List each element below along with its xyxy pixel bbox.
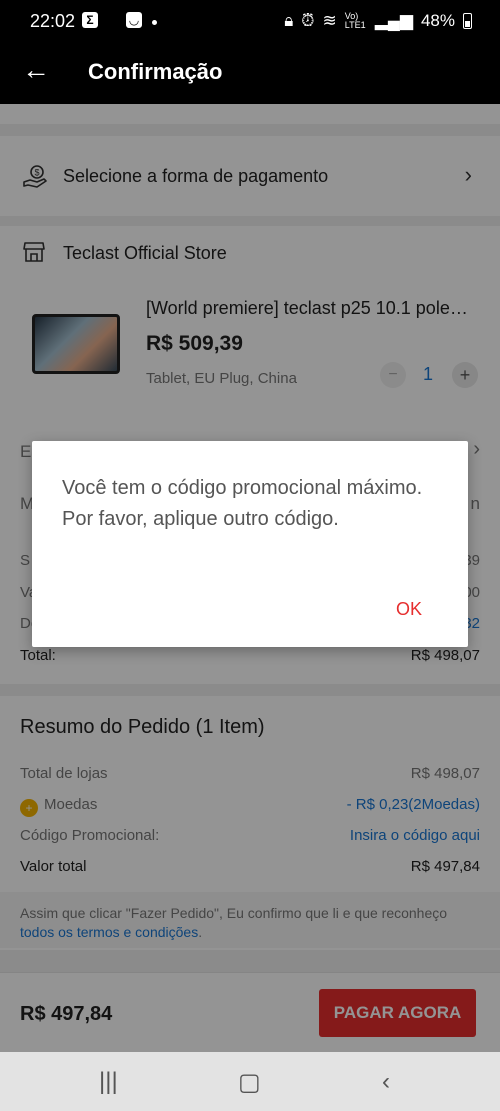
back-arrow-icon[interactable]: ← — [22, 56, 50, 84]
battery-percent: 48% — [420, 11, 455, 30]
home-icon[interactable]: ▢ — [238, 1068, 261, 1097]
battery-icon — [463, 13, 472, 29]
network-label: Vo) LTE1 — [344, 11, 366, 30]
promo-code-dialog: Você tem o código promocional máximo. Po… — [32, 441, 468, 647]
sigma-app-icon: Σ — [82, 12, 98, 28]
alarm-icon: ⏰︎ — [301, 11, 315, 30]
notification-dot-icon — [152, 20, 157, 25]
status-time: 22:02 — [30, 11, 76, 31]
signal-icon: ▂▄▆ — [374, 11, 413, 30]
lock-icon: 🔒︎ — [284, 11, 294, 30]
shopping-bag-icon: ◡ — [126, 12, 142, 28]
system-nav-bar: ||| ▢ ‹ — [0, 1052, 500, 1111]
status-bar: 22:02 Σ ◡ 🔒︎ ⏰︎ ≋ Vo) LTE1 ▂▄▆ 48% — [0, 0, 500, 44]
page-title: Confirmação — [88, 59, 223, 84]
recent-apps-icon[interactable]: ||| — [99, 1068, 118, 1096]
dialog-message: Você tem o código promocional máximo. Po… — [62, 477, 423, 530]
ok-button[interactable]: OK — [396, 599, 422, 620]
back-icon[interactable]: ‹ — [382, 1068, 390, 1096]
status-right: 🔒︎ ⏰︎ ≋ Vo) LTE1 ▂▄▆ 48% — [284, 11, 472, 31]
app-bar: ← Confirmação — [0, 44, 500, 104]
wifi-icon: ≋ — [322, 11, 337, 30]
